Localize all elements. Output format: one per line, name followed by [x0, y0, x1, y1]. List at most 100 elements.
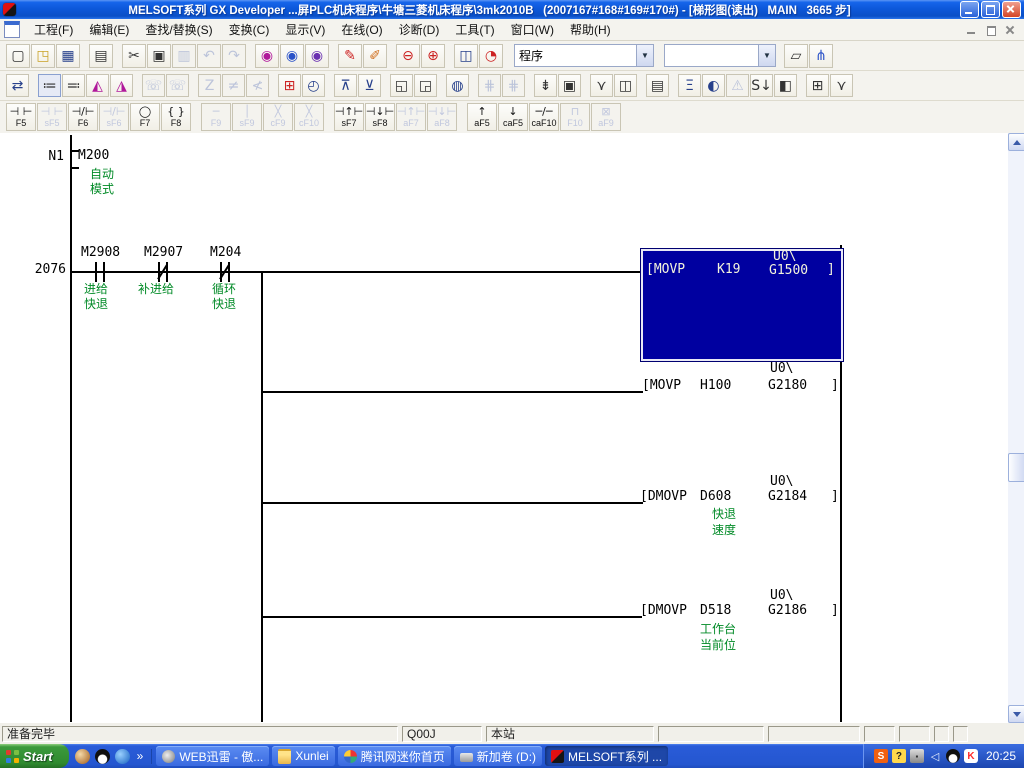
quicklaunch-media-icon[interactable] [114, 748, 130, 764]
vertical-scrollbar[interactable] [1008, 133, 1024, 723]
task-volume-d[interactable]: 新加卷 (D:) [453, 746, 543, 766]
task-tencent-mini[interactable]: 腾讯网迷你首页 [337, 746, 451, 766]
task-web-thunder[interactable]: WEB迅雷 - 傲... [156, 746, 270, 766]
quicklaunch-qq-icon[interactable] [94, 748, 110, 764]
undo-button[interactable]: ↶ [197, 43, 221, 68]
vertical-line-button[interactable]: │ sF9 [232, 103, 262, 131]
doc-create-button[interactable]: ▱ [784, 43, 808, 68]
close-button[interactable] [1002, 1, 1021, 18]
tile-window-button[interactable]: ◫ [454, 43, 478, 68]
collapse-tray-icon[interactable]: ◁ [928, 749, 942, 763]
inline-edit-button[interactable]: Z [198, 74, 221, 97]
ladder-monitor-write-button[interactable]: ✐ [363, 43, 387, 68]
closed-contact-button[interactable]: ⊣/⊢ F6 [68, 103, 98, 131]
ladder-editor[interactable]: N1 M200 自动 模式 2076 M2908 进给 快退 M2907 补进给… [0, 133, 1008, 723]
device-find-button[interactable]: ◉ [305, 43, 329, 68]
open-button[interactable]: ◳ [31, 43, 55, 68]
program-combobox[interactable]: 程序 ▼ [514, 44, 654, 67]
tree-down-button[interactable]: ⋎ [830, 74, 853, 97]
device-memory-button[interactable]: ⊞ [278, 74, 301, 97]
menu-find-replace[interactable]: 查找/替换(S) [137, 19, 220, 40]
kaspersky-tray-icon[interactable]: K [963, 749, 978, 763]
falling-pulse-button[interactable]: ⊣↓⊢ sF8 [365, 103, 395, 131]
error-jump-button[interactable]: ⚠ [726, 74, 749, 97]
clock[interactable]: 20:25 [986, 749, 1016, 763]
monitor-write-button[interactable]: ⋕ [502, 74, 525, 97]
step-run-button[interactable]: ⇟ [534, 74, 557, 97]
horizontal-line-button[interactable]: ─ F9 [201, 103, 231, 131]
line-delete-button[interactable]: ≮ [246, 74, 269, 97]
save-button[interactable]: ▦ [56, 43, 80, 68]
invert-result-button[interactable]: ─/─ caF10 [529, 103, 559, 131]
document-icon[interactable] [4, 21, 20, 38]
print-button[interactable]: ▤ [89, 43, 113, 68]
edge-relay-button[interactable]: ⊓ F10 [560, 103, 590, 131]
structured-view-button[interactable]: ⋔ [809, 43, 833, 68]
rising-edge-button[interactable]: ↑ aF5 [467, 103, 497, 131]
falling-pulse-branch-button[interactable]: ⊣↓⊢ aF8 [427, 103, 457, 131]
remote-operation-button[interactable]: ☏ [142, 74, 165, 97]
zoom-in-button[interactable]: ⊕ [421, 43, 445, 68]
zoom-out-button[interactable]: ⊖ [396, 43, 420, 68]
transfer-setup-button[interactable]: ⇄ [6, 74, 29, 97]
sogou-tray-icon[interactable]: S [873, 749, 888, 763]
delete-vline-button[interactable]: ╳ cF10 [294, 103, 324, 131]
monitor-stop-button[interactable]: ▣ [558, 74, 581, 97]
paste-button[interactable]: ▥ [172, 43, 196, 68]
zoom-block-button[interactable]: ⊞ [806, 74, 829, 97]
copy-button[interactable]: ▣ [147, 43, 171, 68]
menu-edit[interactable]: 编辑(E) [81, 19, 137, 40]
window-cascade-button[interactable]: ◱ [390, 74, 413, 97]
delete-button[interactable]: ⊠ aF9 [591, 103, 621, 131]
menu-help[interactable]: 帮助(H) [562, 19, 619, 40]
child-minimize-button[interactable] [964, 22, 980, 37]
qq-tray-icon[interactable] [945, 749, 960, 763]
chevron-down-icon[interactable]: ▼ [636, 45, 653, 66]
open-branch-button[interactable]: ⊣ ⊢ sF5 [37, 103, 67, 131]
new-button[interactable]: ▢ [6, 43, 30, 68]
window-tile-button[interactable]: ◲ [414, 74, 437, 97]
help-tray-icon[interactable]: ? [891, 749, 906, 763]
start-button[interactable]: Start [0, 744, 69, 768]
sfc-step-button[interactable]: S↓ [750, 74, 773, 97]
child-restore-button[interactable] [983, 22, 999, 37]
menu-tools[interactable]: 工具(T) [447, 19, 502, 40]
minimize-button[interactable] [960, 1, 979, 18]
menu-project[interactable]: 工程(F) [26, 19, 81, 40]
cut-button[interactable]: ✂ [122, 43, 146, 68]
coil-button[interactable]: ◯ F7 [130, 103, 160, 131]
device-search-button[interactable]: ◭ [86, 74, 109, 97]
project-verify-button[interactable]: ◔ [479, 43, 503, 68]
remote-monitor-button[interactable]: ☏ [166, 74, 189, 97]
maximize-button[interactable] [981, 1, 1000, 18]
delete-hline-button[interactable]: ╳ cF9 [263, 103, 293, 131]
buffer-memory-button[interactable]: ◐ [702, 74, 725, 97]
menu-window[interactable]: 窗口(W) [503, 19, 562, 40]
monitor-mode-button[interactable]: ◍ [446, 74, 469, 97]
quicklaunch-coolpro-icon[interactable] [74, 748, 90, 764]
quicklaunch-chevron[interactable]: » [135, 749, 146, 763]
redo-button[interactable]: ↷ [222, 43, 246, 68]
ladder-write-button[interactable]: ✎ [338, 43, 362, 68]
device-edit-button[interactable]: ◮ [110, 74, 133, 97]
read-from-plc-button[interactable]: ⊼ [334, 74, 357, 97]
rising-pulse-button[interactable]: ⊣↑⊢ sF7 [334, 103, 364, 131]
menu-convert[interactable]: 变换(C) [221, 19, 278, 40]
sampling-trace-button[interactable]: Ξ [678, 74, 701, 97]
child-close-button[interactable] [1002, 22, 1018, 37]
menu-online[interactable]: 在线(O) [333, 19, 390, 40]
data-edit-button[interactable]: ≕ [62, 74, 85, 97]
application-instruction-button[interactable]: { } F8 [161, 103, 191, 131]
line-edit-button[interactable]: ≠ [222, 74, 245, 97]
menu-view[interactable]: 显示(V) [277, 19, 333, 40]
scrollbar-thumb[interactable] [1008, 453, 1024, 482]
task-xunlei[interactable]: Xunlei [272, 746, 335, 766]
menu-diagnostics[interactable]: 诊断(D) [391, 19, 448, 40]
scroll-up-button[interactable] [1008, 133, 1024, 151]
monitor-row-button[interactable]: ⋕ [478, 74, 501, 97]
sfc-block-button[interactable]: ◧ [774, 74, 797, 97]
find-button[interactable]: ◉ [255, 43, 279, 68]
project-data-list-button[interactable]: ≔ [38, 74, 61, 97]
program-branch-button[interactable]: ⋎ [590, 74, 613, 97]
task-melsoft[interactable]: MELSOFT系列 ... [545, 746, 669, 766]
